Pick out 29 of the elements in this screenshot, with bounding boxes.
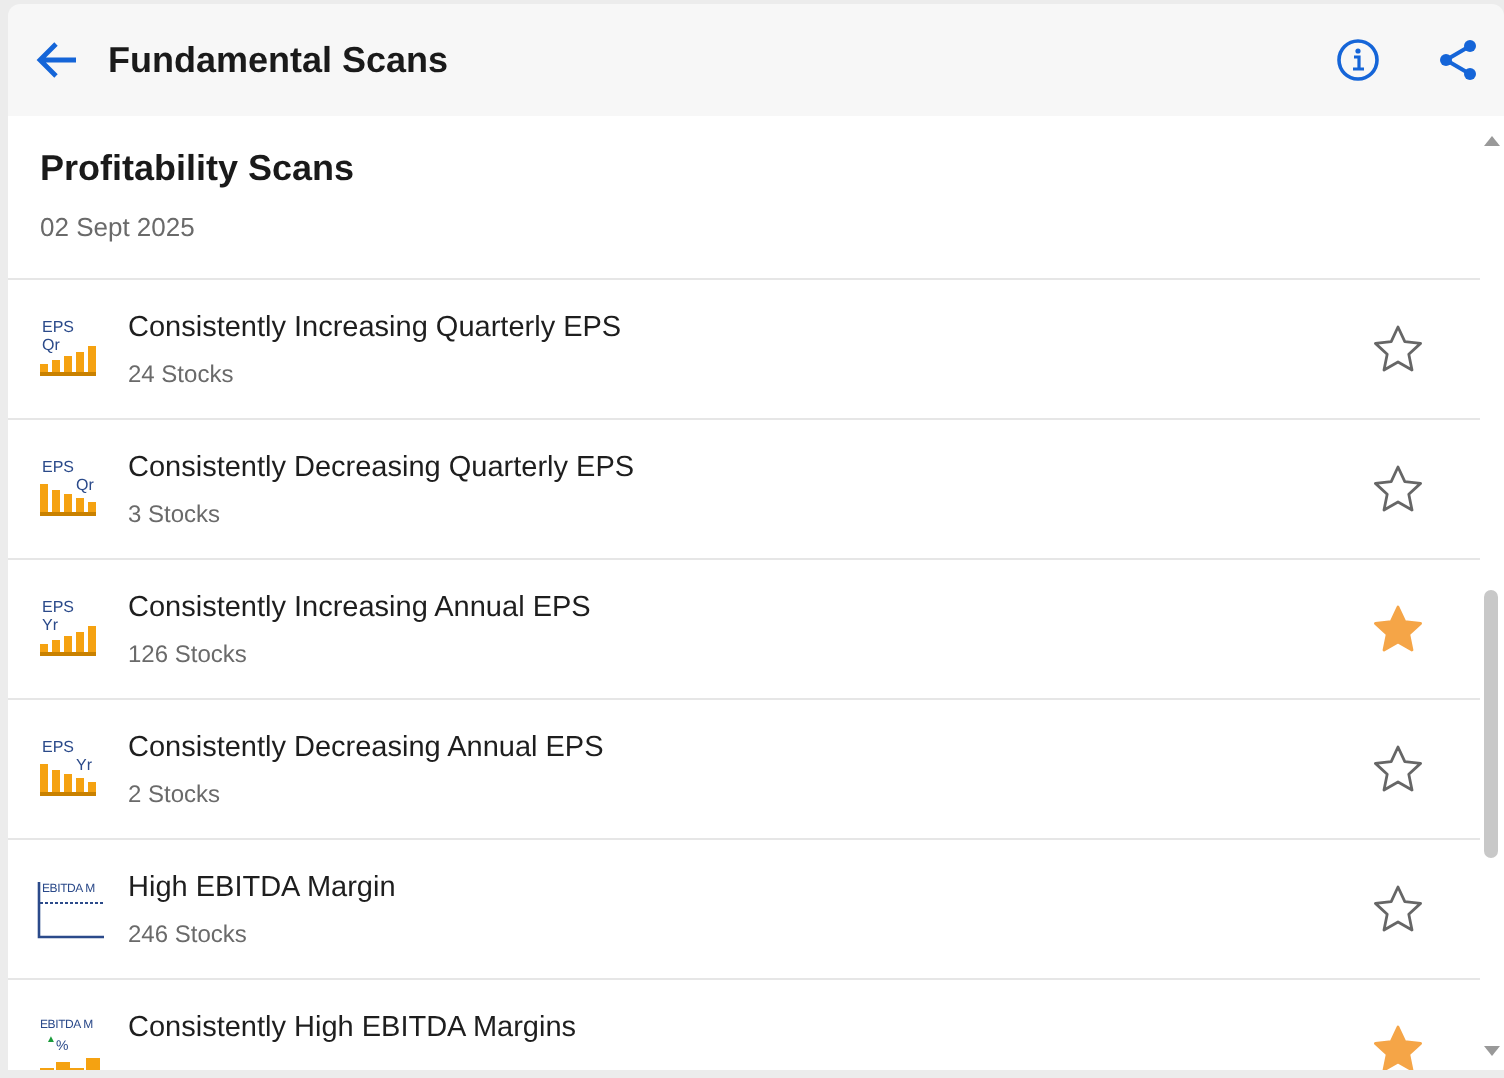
scan-name[interactable]: Consistently Decreasing Quarterly EPS: [128, 451, 1372, 483]
back-button[interactable]: [36, 40, 80, 80]
stock-count: 24 Stocks: [128, 359, 236, 387]
scroll-up-icon[interactable]: [1484, 136, 1500, 146]
scrollbar-thumb[interactable]: [1484, 590, 1498, 858]
star-filled-icon[interactable]: [1372, 1024, 1424, 1070]
scan-name[interactable]: Consistently Increasing Annual EPS: [128, 591, 1372, 623]
page-title: Fundamental Scans: [108, 39, 451, 81]
scan-name[interactable]: Consistently High EBITDA Margins: [128, 1011, 1372, 1043]
share-icon: [1436, 38, 1480, 82]
scan-name[interactable]: High EBITDA Margin: [128, 871, 1372, 903]
scan-name[interactable]: Consistently Decreasing Annual EPS: [128, 731, 1372, 763]
stock-count: 3 Stocks: [128, 499, 223, 527]
stock-count: 126 Stocks: [128, 639, 249, 667]
info-icon: [1336, 38, 1380, 82]
star-filled-icon[interactable]: [1372, 604, 1424, 654]
back-icon: [36, 40, 80, 80]
info-button[interactable]: [1336, 38, 1380, 82]
scroll-down-icon[interactable]: [1484, 1046, 1500, 1056]
section-title: Profitability Scans: [40, 148, 357, 190]
share-button[interactable]: [1436, 38, 1480, 82]
star-outline-icon[interactable]: [1372, 464, 1424, 514]
star-outline-icon[interactable]: [1372, 744, 1424, 794]
section-date: 02 Sept 2025: [40, 212, 195, 242]
star-outline-icon[interactable]: [1372, 884, 1424, 934]
stock-count: 246 Stocks: [128, 919, 249, 947]
star-outline-icon[interactable]: [1372, 324, 1424, 374]
stock-count: 2 Stocks: [128, 779, 223, 807]
scan-name[interactable]: Consistently Increasing Quarterly EPS: [128, 311, 1372, 343]
